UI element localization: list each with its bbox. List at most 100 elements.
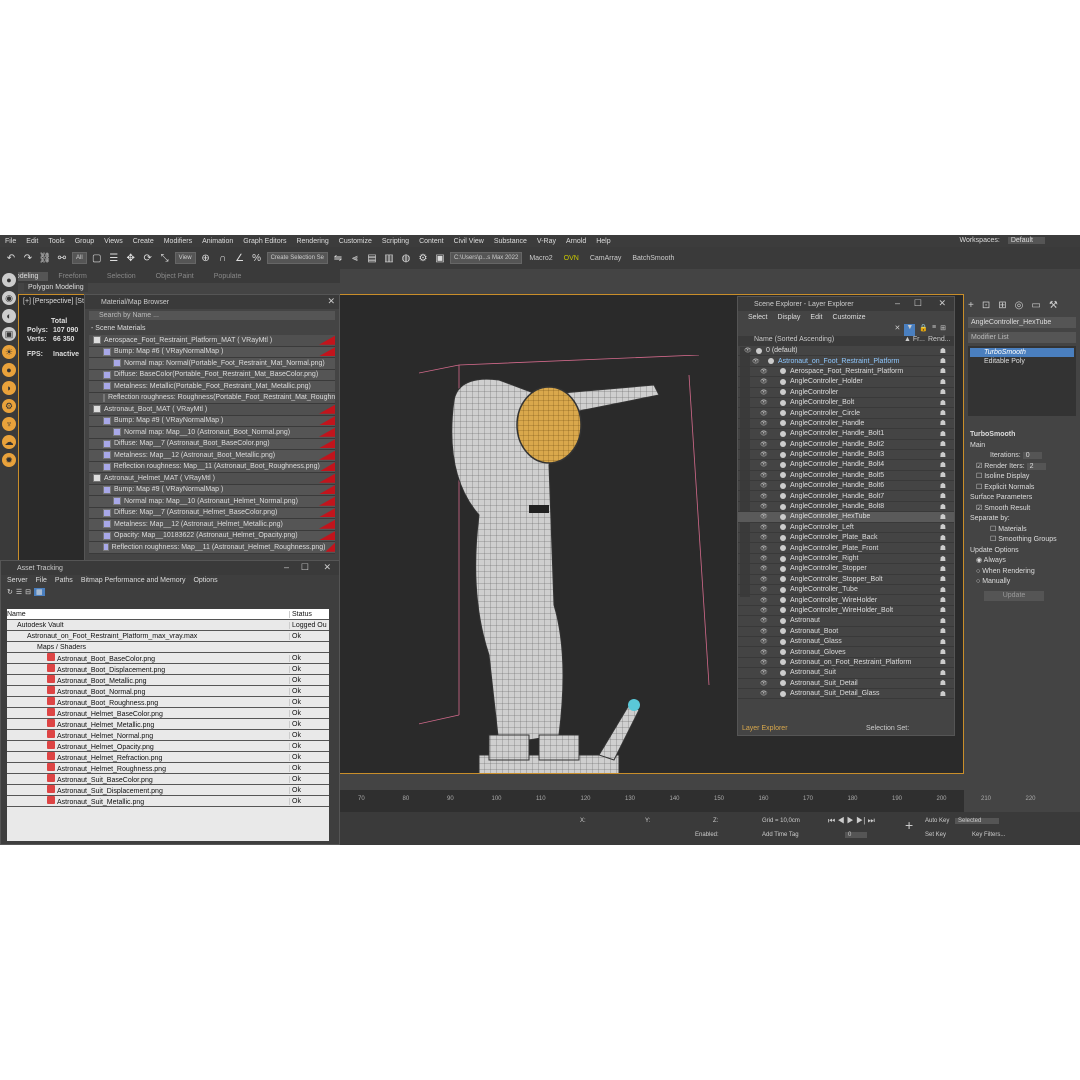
- motion-tab-icon[interactable]: ◎: [1015, 300, 1024, 311]
- menu-item-modifiers[interactable]: Modifiers: [159, 238, 197, 245]
- smooth-result-checkbox[interactable]: Smooth Result: [984, 505, 1030, 512]
- scene-node[interactable]: 👁 Astronaut_on_Foot_Restraint_Platform ☗: [738, 658, 954, 669]
- renderable-icon[interactable]: ☗: [940, 690, 946, 698]
- renderable-icon[interactable]: ☗: [940, 658, 946, 666]
- scene-node[interactable]: 👁 AngleController_WireHolder_Bolt ☗: [738, 606, 954, 617]
- scene-node[interactable]: 👁 0 (default) ☗: [738, 346, 954, 357]
- material-row[interactable]: Astronaut_Helmet_MAT ( VRayMtl ): [89, 473, 335, 485]
- renderable-icon[interactable]: ☗: [940, 378, 946, 386]
- visibility-icon[interactable]: 👁: [760, 617, 768, 624]
- selection-filter-select[interactable]: All: [72, 252, 87, 264]
- renderable-icon[interactable]: ☗: [940, 669, 946, 677]
- project-path-field[interactable]: C:\Users\p...s Max 2022: [449, 252, 523, 264]
- playback-controls-icon[interactable]: ⏮ ◀ ▶ ▶| ⏭: [828, 816, 875, 826]
- asset-row[interactable]: Astronaut_Boot_Normal.png Ok: [7, 686, 329, 697]
- lamp-icon[interactable]: ♆: [2, 417, 16, 431]
- renderable-icon[interactable]: ☗: [940, 638, 946, 646]
- asset-menu-paths[interactable]: Paths: [55, 577, 73, 584]
- renderable-icon[interactable]: ☗: [940, 419, 946, 427]
- sun-icon[interactable]: ☀: [2, 345, 16, 359]
- renderable-icon[interactable]: ☗: [940, 367, 946, 375]
- material-row[interactable]: Metalness: Metallic(Portable_Foot_Restra…: [89, 381, 335, 393]
- rollout-title[interactable]: TurboSmooth: [970, 430, 1074, 441]
- material-row[interactable]: Normal map: Map__10 (Astronaut_Helmet_No…: [89, 496, 335, 508]
- cloud-icon[interactable]: ☁: [2, 435, 16, 449]
- material-row[interactable]: Bump: Map #9 ( VRayNormalMap ): [89, 415, 335, 427]
- renderable-icon[interactable]: ☗: [940, 586, 946, 594]
- hierarchy-icon[interactable]: ⊞: [940, 324, 946, 336]
- material-row[interactable]: Opacity: Map__10183622 (Astronaut_Helmet…: [89, 530, 335, 542]
- col-name-sorted[interactable]: Name (Sorted Ascending): [754, 336, 904, 346]
- menu-item-graph-editors[interactable]: Graph Editors: [238, 238, 291, 245]
- col-status[interactable]: Status: [289, 610, 329, 618]
- camera-icon[interactable]: ◉: [2, 291, 16, 305]
- visibility-icon[interactable]: 👁: [760, 576, 768, 583]
- layer-icon[interactable]: ▥: [382, 251, 396, 265]
- scene-node[interactable]: 👁 AngleController_Handle_Bolt5 ☗: [738, 471, 954, 482]
- visibility-icon[interactable]: 👁: [760, 534, 768, 541]
- batchsmooth-button[interactable]: BatchSmooth: [628, 255, 678, 262]
- visibility-icon[interactable]: 👁: [760, 472, 768, 479]
- ribbon-tab-object-paint[interactable]: Object Paint: [146, 273, 204, 280]
- timeline[interactable]: 70 80 90 100 110 120 130 140 150 160 170 180 190 200 2…: [340, 790, 1036, 812]
- material-search-input[interactable]: Search by Name ...: [89, 311, 335, 320]
- scene-node[interactable]: 👁 AngleController_Handle_Bolt6 ☗: [738, 481, 954, 492]
- render-iters-spinner[interactable]: 2: [1026, 462, 1046, 470]
- menu-item-help[interactable]: Help: [591, 238, 615, 245]
- scene-menu-display[interactable]: Display: [777, 314, 800, 321]
- add-time-tag[interactable]: Add Time Tag: [762, 832, 799, 838]
- scene-explorer-icon[interactable]: ▤: [365, 251, 379, 265]
- visibility-icon[interactable]: 👁: [760, 389, 768, 396]
- renderable-icon[interactable]: ☗: [940, 492, 946, 500]
- asset-row[interactable]: Astronaut_Helmet_Refraction.png Ok: [7, 752, 329, 763]
- renderable-icon[interactable]: ☗: [940, 565, 946, 573]
- visibility-icon[interactable]: 👁: [760, 607, 768, 614]
- refresh-icon[interactable]: ↻: [7, 588, 13, 596]
- tree-icon[interactable]: ⊟: [25, 588, 31, 596]
- asset-menu-server[interactable]: Server: [7, 577, 28, 584]
- workspaces-select[interactable]: Default: [1007, 237, 1045, 244]
- pivot-icon[interactable]: ⊕: [199, 251, 213, 265]
- renderable-icon[interactable]: ☗: [940, 399, 946, 407]
- scene-node[interactable]: 👁 AngleController_Left ☗: [738, 523, 954, 534]
- renderable-icon[interactable]: ☗: [940, 596, 946, 604]
- isoline-checkbox[interactable]: Isoline Display: [984, 473, 1029, 480]
- asset-row[interactable]: Astronaut_Boot_Metallic.png Ok: [7, 675, 329, 686]
- renderable-icon[interactable]: ☗: [940, 513, 946, 521]
- visibility-icon[interactable]: 👁: [760, 545, 768, 552]
- renderable-icon[interactable]: ☗: [940, 409, 946, 417]
- render-iters-label[interactable]: Render Iters:: [984, 463, 1024, 470]
- renderable-icon[interactable]: ☗: [940, 357, 946, 365]
- viewport-label[interactable]: [+] [Perspective] [St: [23, 298, 84, 305]
- camarray-button[interactable]: CamArray: [586, 255, 626, 262]
- material-row[interactable]: Diffuse: Map__7 (Astronaut_Helmet_BaseCo…: [89, 507, 335, 519]
- macro2-button[interactable]: Macro2: [525, 255, 556, 262]
- visibility-icon[interactable]: 👁: [760, 649, 768, 656]
- visibility-icon[interactable]: 👁: [760, 669, 768, 676]
- list-icon[interactable]: ☰: [16, 588, 22, 596]
- snap-icon[interactable]: ∩: [216, 251, 230, 265]
- display-icon[interactable]: ▣: [2, 327, 16, 341]
- scene-node[interactable]: 👁 AngleController_Right ☗: [738, 554, 954, 565]
- scene-node[interactable]: 👁 AngleController_WireHolder ☗: [738, 595, 954, 606]
- half-sphere-icon[interactable]: ◗: [2, 381, 16, 395]
- ribbon-tab-freeform[interactable]: Freeform: [48, 273, 96, 280]
- renderable-icon[interactable]: ☗: [940, 440, 946, 448]
- visibility-icon[interactable]: 👁: [760, 493, 768, 500]
- menu-item-edit[interactable]: Edit: [21, 238, 43, 245]
- scene-node[interactable]: 👁 AngleController_Plate_Front ☗: [738, 543, 954, 554]
- renderable-icon[interactable]: ☗: [940, 606, 946, 614]
- material-row[interactable]: Normal map: Map__10 (Astronaut_Boot_Norm…: [89, 427, 335, 439]
- scene-node[interactable]: 👁 Astronaut_on_Foot_Restraint_Platform ☗: [738, 356, 954, 367]
- visibility-icon[interactable]: 👁: [760, 503, 768, 510]
- visibility-icon[interactable]: 👁: [760, 430, 768, 437]
- mirror-icon[interactable]: ⇋: [331, 251, 345, 265]
- visibility-icon[interactable]: 👁: [752, 358, 760, 365]
- stack-item-turbosmooth[interactable]: TurboSmooth: [970, 348, 1074, 357]
- asset-menu-file[interactable]: File: [36, 577, 47, 584]
- renderable-icon[interactable]: ☗: [940, 503, 946, 511]
- scene-node[interactable]: 👁 AngleController_Bolt ☗: [738, 398, 954, 409]
- iterations-spinner[interactable]: 0: [1022, 452, 1042, 459]
- visibility-icon[interactable]: 👁: [760, 482, 768, 489]
- display-tab-icon[interactable]: ▭: [1031, 300, 1040, 311]
